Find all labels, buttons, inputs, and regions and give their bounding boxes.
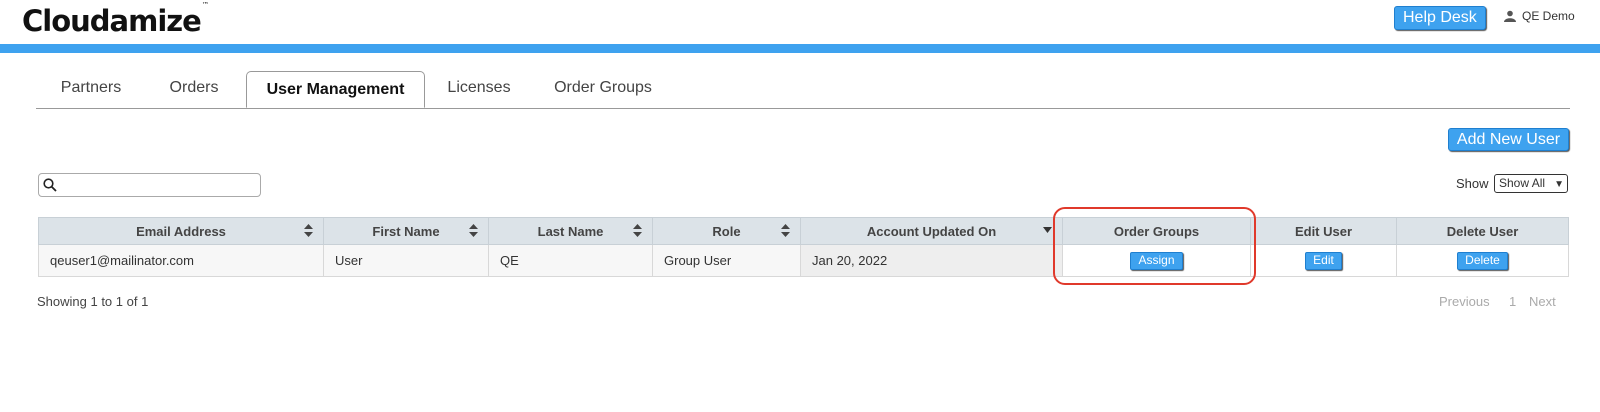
column-header-last-name[interactable]: Last Name bbox=[488, 217, 653, 245]
help-desk-button[interactable]: Help Desk bbox=[1394, 6, 1486, 30]
search-icon bbox=[43, 178, 57, 192]
user-menu[interactable]: QE Demo bbox=[1504, 9, 1575, 23]
tab-licenses[interactable]: Licenses bbox=[429, 71, 529, 107]
cell-last-name: QE bbox=[488, 244, 653, 277]
cell-email: qeuser1@mailinator.com bbox=[38, 244, 324, 277]
cell-edit-user: Edit bbox=[1250, 244, 1397, 277]
pager-page-1[interactable]: 1 bbox=[1509, 294, 1516, 309]
sort-icon[interactable] bbox=[781, 224, 790, 237]
tab-user-management[interactable]: User Management bbox=[246, 71, 425, 108]
cell-delete-user: Delete bbox=[1396, 244, 1569, 277]
table-info: Showing 1 to 1 of 1 bbox=[37, 294, 149, 309]
column-header-delete-user: Delete User bbox=[1396, 217, 1569, 245]
edit-button[interactable]: Edit bbox=[1305, 251, 1342, 270]
assign-button[interactable]: Assign bbox=[1130, 251, 1183, 270]
show-select[interactable]: Show All ▼ bbox=[1494, 174, 1568, 193]
column-header-edit-user: Edit User bbox=[1250, 217, 1397, 245]
main-tabs: Partners Orders User Management Licenses… bbox=[36, 71, 1570, 109]
show-label: Show bbox=[1456, 176, 1489, 191]
table-header-row: Email Address First Name Last Name Role … bbox=[38, 217, 1569, 245]
user-name: QE Demo bbox=[1522, 9, 1575, 23]
header-accent-bar bbox=[0, 44, 1600, 53]
column-header-order-groups: Order Groups bbox=[1062, 217, 1251, 245]
search-input[interactable] bbox=[61, 176, 259, 196]
app-header: Cloudamize™ Help Desk QE Demo bbox=[0, 0, 1600, 44]
chevron-down-icon: ▼ bbox=[1554, 179, 1564, 190]
sort-icon[interactable] bbox=[304, 224, 313, 237]
cell-updated-on: Jan 20, 2022 bbox=[800, 244, 1063, 277]
column-header-account-updated[interactable]: Account Updated On bbox=[800, 217, 1063, 245]
show-select-value: Show All bbox=[1499, 176, 1546, 190]
search-box bbox=[38, 173, 261, 197]
sort-icon[interactable] bbox=[469, 224, 478, 237]
sort-desc-icon[interactable] bbox=[1043, 227, 1052, 233]
pager-previous[interactable]: Previous bbox=[1439, 294, 1490, 309]
tab-orders[interactable]: Orders bbox=[146, 71, 242, 107]
cell-role: Group User bbox=[652, 244, 801, 277]
cell-order-groups: Assign bbox=[1062, 244, 1251, 277]
users-table: Email Address First Name Last Name Role … bbox=[38, 217, 1569, 277]
column-header-email[interactable]: Email Address bbox=[38, 217, 324, 245]
table-row: qeuser1@mailinator.com User QE Group Use… bbox=[38, 244, 1569, 277]
pager-next[interactable]: Next bbox=[1529, 294, 1556, 309]
column-header-role[interactable]: Role bbox=[652, 217, 801, 245]
user-icon bbox=[1504, 10, 1516, 22]
cell-first-name: User bbox=[323, 244, 489, 277]
add-new-user-button[interactable]: Add New User bbox=[1448, 128, 1569, 151]
delete-button[interactable]: Delete bbox=[1457, 251, 1508, 270]
cloudamize-logo[interactable]: Cloudamize™ bbox=[22, 1, 209, 38]
column-header-first-name[interactable]: First Name bbox=[323, 217, 489, 245]
tab-order-groups[interactable]: Order Groups bbox=[533, 71, 673, 107]
tab-partners[interactable]: Partners bbox=[36, 71, 146, 107]
sort-icon[interactable] bbox=[633, 224, 642, 237]
